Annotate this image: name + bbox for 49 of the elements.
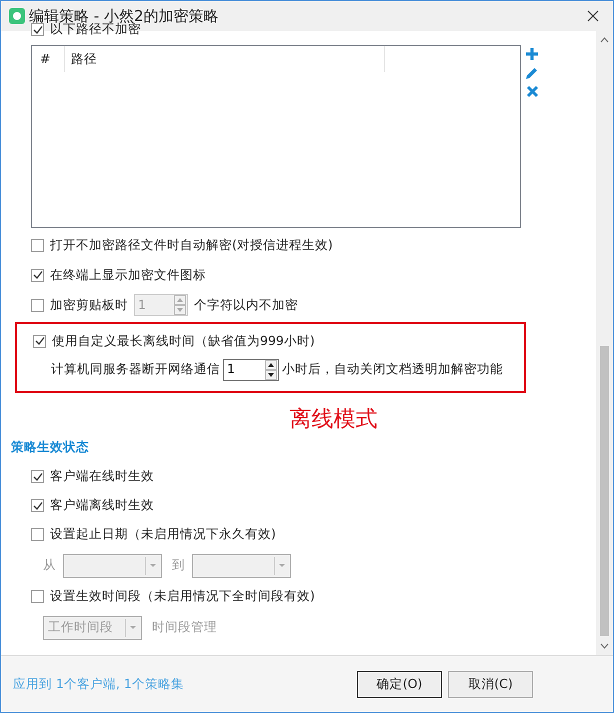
dropdown[interactable]	[192, 554, 291, 578]
edit-icon[interactable]	[525, 66, 539, 80]
checkbox-label: 使用自定义最长离线时间（缺省值为999小时)	[52, 332, 315, 350]
spinner-value: 1	[137, 296, 147, 314]
from-label: 从	[43, 556, 56, 574]
app-icon	[9, 8, 25, 24]
dialog-button[interactable]: 确定(O)	[357, 670, 442, 698]
close-icon[interactable]	[587, 10, 599, 22]
option-suffix: 个字符以内不加密	[194, 296, 298, 314]
spinner-arrows-icon	[174, 295, 186, 315]
check-icon	[32, 500, 42, 511]
check-icon	[32, 270, 42, 280]
checkbox-label: 加密剪贴板时	[50, 296, 128, 314]
checkbox[interactable]	[31, 298, 44, 312]
add-icon[interactable]	[525, 47, 539, 61]
section-title: 策略生效状态	[11, 438, 90, 456]
column-header: #	[32, 46, 65, 72]
scroll-thumb[interactable]	[600, 346, 609, 636]
spinner-value: 1	[226, 360, 236, 378]
checkbox[interactable]	[31, 23, 44, 36]
to-label: 到	[172, 556, 185, 574]
checkbox-label: 设置生效时间段（未启用情况下全时间段有效)	[50, 587, 315, 606]
checkbox-label: 设置起止日期（未启用情况下永久有效)	[50, 525, 276, 544]
offline-prefix: 计算机同服务器断开网络通信	[51, 360, 220, 378]
check-icon	[32, 472, 42, 482]
checkbox[interactable]	[31, 590, 44, 604]
checkbox-label: 打开不加密路径文件时自动解密(对授信进程生效)	[50, 236, 333, 254]
checkbox[interactable]	[31, 470, 44, 484]
checkbox-label: 客户端离线时生效	[50, 496, 154, 514]
dropdown-value: 工作时间段	[47, 618, 114, 636]
checkbox[interactable]	[31, 238, 44, 252]
offline-suffix: 小时后，自动关闭文档透明加解密功能	[282, 360, 503, 378]
check-icon	[34, 336, 44, 346]
number-spinner[interactable]: 1	[223, 358, 279, 381]
column-header: 路径	[65, 46, 385, 72]
checkbox-label: 客户端在线时生效	[50, 467, 154, 486]
spinner-arrows-icon	[265, 360, 277, 380]
checkbox-label: 在终端上显示加密文件图标	[50, 266, 206, 284]
annotation-text: 离线模式	[290, 406, 378, 434]
delete-icon[interactable]	[526, 85, 538, 98]
check-icon	[32, 24, 42, 35]
dropdown[interactable]	[63, 554, 162, 578]
checkbox[interactable]	[33, 334, 46, 348]
checkbox[interactable]	[31, 528, 44, 542]
checkbox[interactable]	[31, 499, 44, 512]
checkbox[interactable]	[31, 268, 44, 282]
scrollbar[interactable]	[596, 31, 613, 655]
dialog-button[interactable]: 取消(C)	[448, 670, 533, 698]
summary-text: 应用到 1个客户端, 1个策略集	[13, 674, 185, 693]
